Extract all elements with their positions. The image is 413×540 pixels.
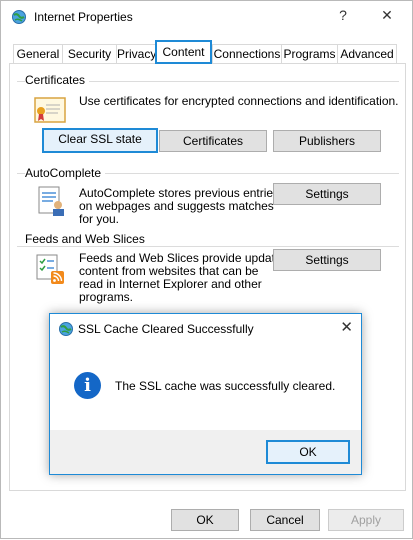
autocomplete-group-label: AutoComplete xyxy=(25,166,106,180)
title-bar: Internet Properties ? ✕ xyxy=(1,1,412,31)
ssl-cache-cleared-dialog: SSL Cache Cleared Successfully ✕ i The S… xyxy=(49,313,362,475)
feeds-divider xyxy=(17,246,399,247)
dialog-message: The SSL cache was successfully cleared. xyxy=(115,379,336,393)
info-icon: i xyxy=(74,372,101,399)
help-button[interactable]: ? xyxy=(331,7,355,23)
feeds-settings-button[interactable]: Settings xyxy=(273,249,381,271)
tab-content[interactable]: Content xyxy=(155,40,212,64)
publishers-button[interactable]: Publishers xyxy=(273,130,381,152)
certificates-group-label: Certificates xyxy=(25,73,90,87)
ok-button[interactable]: OK xyxy=(171,509,239,531)
feeds-group-label: Feeds and Web Slices xyxy=(25,232,149,246)
dialog-ok-button[interactable]: OK xyxy=(266,440,350,464)
autocomplete-description-line-3: for you. xyxy=(79,212,120,226)
dialog-button-bar: OK Cancel Apply xyxy=(1,499,412,540)
apply-button[interactable]: Apply xyxy=(328,509,404,531)
certificates-description: Use certificates for encrypted connectio… xyxy=(79,94,399,108)
autocomplete-settings-button[interactable]: Settings xyxy=(273,183,381,205)
dialog-title: SSL Cache Cleared Successfully xyxy=(78,322,254,336)
tab-programs[interactable]: Programs xyxy=(281,44,338,64)
close-button[interactable]: ✕ xyxy=(375,7,399,24)
tab-connections[interactable]: Connections xyxy=(212,44,282,64)
autocomplete-icon xyxy=(38,186,64,216)
tab-security[interactable]: Security xyxy=(62,44,117,64)
feeds-description-line-4: programs. xyxy=(79,290,134,304)
cancel-button[interactable]: Cancel xyxy=(250,509,320,531)
window-title: Internet Properties xyxy=(34,10,133,24)
clear-ssl-state-button[interactable]: Clear SSL state xyxy=(42,128,158,153)
dialog-close-button[interactable]: ✕ xyxy=(340,318,353,336)
certificate-icon xyxy=(34,97,66,123)
certificates-button[interactable]: Certificates xyxy=(159,130,267,152)
internet-globe-icon xyxy=(59,322,73,336)
tab-advanced[interactable]: Advanced xyxy=(337,44,397,64)
feeds-icon xyxy=(36,254,64,284)
internet-globe-icon xyxy=(12,10,26,24)
tab-privacy[interactable]: Privacy xyxy=(116,44,157,64)
tab-general[interactable]: General xyxy=(13,44,63,64)
